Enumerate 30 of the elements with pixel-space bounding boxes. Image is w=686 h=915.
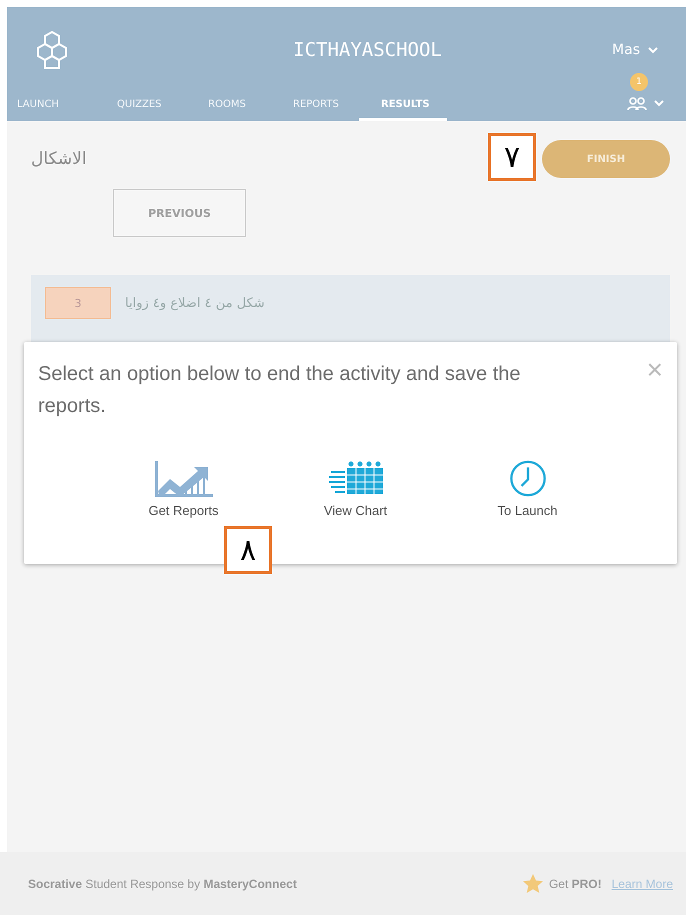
dialog-message: Select an option below to end the activity and save the reports.: [38, 362, 522, 419]
callout-number: ٨: [224, 526, 272, 574]
clock-icon: [508, 460, 548, 497]
star-icon: [522, 874, 543, 893]
rising-chart-icon: [154, 461, 212, 497]
close-button[interactable]: ×: [646, 358, 663, 382]
learn-more-link[interactable]: Learn More: [612, 876, 673, 890]
results-table-icon: [326, 461, 384, 497]
school-name: ICTHAYASCHOOL: [293, 39, 442, 61]
get-pro-text: Get PRO!: [548, 876, 602, 890]
question-number: 3: [45, 287, 111, 319]
nav-tab[interactable]: QUIZZES: [95, 99, 183, 121]
option-button[interactable]: Get Reports: [128, 460, 240, 518]
finish-button[interactable]: FINISH: [542, 140, 670, 178]
option-button[interactable]: To Launch: [472, 460, 584, 518]
user-menu[interactable]: Mas: [606, 41, 664, 59]
chevron-down-icon: [648, 46, 658, 54]
nav-tab[interactable]: LAUNCH: [7, 99, 95, 121]
question-text: شكل من ٤ اضلاع و٤ زوايا: [125, 296, 265, 310]
people-icon[interactable]: [626, 95, 648, 111]
chevron-down-icon[interactable]: [654, 100, 664, 106]
notification-badge: 1: [630, 73, 648, 91]
activity-title: الاشكال: [31, 149, 87, 169]
previous-button[interactable]: PREVIOUS: [113, 189, 246, 237]
footer-credit: Socrative Student Response by MasteryConnect: [28, 876, 297, 890]
nav-tab[interactable]: REPORTS: [271, 99, 359, 121]
hexagon-logo-icon[interactable]: [35, 30, 69, 70]
callout-number: ٧: [488, 133, 536, 181]
option-button[interactable]: View Chart: [300, 460, 412, 518]
nav-tab[interactable]: ROOMS: [183, 99, 271, 121]
